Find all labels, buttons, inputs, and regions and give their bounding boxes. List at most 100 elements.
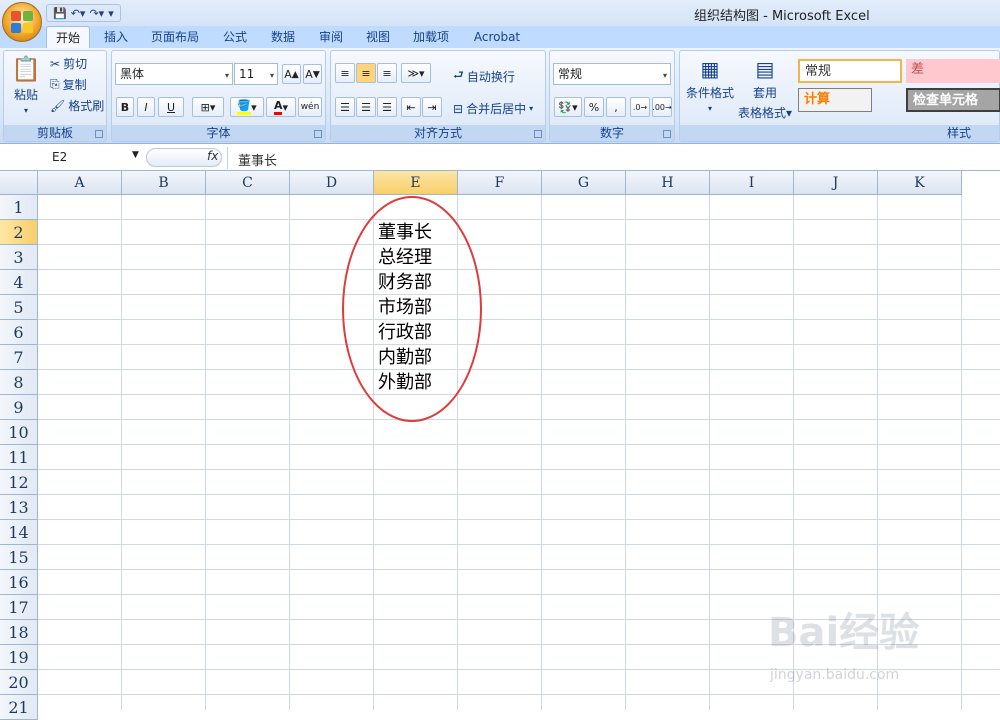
shrink-font-button[interactable]: A ▼ (303, 64, 322, 84)
font-size-select[interactable]: 11 ▾ (234, 63, 278, 85)
decrease-decimal-button[interactable]: .00→ (652, 97, 672, 117)
cut-button[interactable]: ✂ 剪切 (50, 55, 87, 72)
tab-home[interactable]: 开始 (46, 26, 90, 48)
tab-data[interactable]: 数据 (263, 26, 303, 48)
conditional-format-icon: ▦ (700, 57, 720, 81)
row-header-6[interactable]: 6 (0, 320, 38, 345)
number-launcher-icon[interactable] (663, 130, 671, 138)
align-center-button[interactable]: ☰ (356, 97, 376, 117)
phonetic-button[interactable]: wén (298, 97, 322, 117)
row-header-2[interactable]: 2 (0, 220, 38, 245)
paste-icon: 📋 (11, 55, 41, 83)
undo-icon[interactable]: ↶▾ (71, 7, 86, 20)
row-header-20[interactable]: 20 (0, 670, 38, 695)
row-header-3[interactable]: 3 (0, 245, 38, 270)
select-all-corner[interactable] (0, 171, 38, 195)
clipboard-launcher-icon[interactable] (95, 130, 103, 138)
style-normal[interactable]: 常规 (798, 59, 902, 83)
row-header-4[interactable]: 4 (0, 270, 38, 295)
office-button[interactable] (2, 2, 42, 42)
alignment-launcher-icon[interactable] (534, 130, 542, 138)
decrease-indent-button[interactable]: ⇤ (401, 97, 421, 117)
format-as-table-button[interactable]: ▤ 套用 表格格式▾ (736, 57, 794, 121)
orientation-button[interactable]: ≫▾ (401, 63, 431, 83)
save-icon[interactable]: 💾 (53, 7, 67, 20)
align-left-button[interactable]: ☰ (335, 97, 355, 117)
red-oval-annotation (342, 196, 482, 422)
style-calculation[interactable]: 计算 (798, 88, 872, 112)
tab-page-layout[interactable]: 页面布局 (143, 26, 207, 48)
row-header-14[interactable]: 14 (0, 520, 38, 545)
underline-button[interactable]: U (158, 97, 184, 117)
column-header-H[interactable]: H (626, 171, 710, 195)
row-header-1[interactable]: 1 (0, 195, 38, 220)
row-header-21[interactable]: 21 (0, 695, 38, 720)
row-header-8[interactable]: 8 (0, 370, 38, 395)
column-header-C[interactable]: C (206, 171, 290, 195)
font-color-button[interactable]: A ▾ (266, 97, 296, 117)
percent-button[interactable]: % (584, 97, 604, 117)
tab-review[interactable]: 审阅 (311, 26, 351, 48)
currency-button[interactable]: 💱▾ (554, 97, 582, 117)
tab-view[interactable]: 视图 (358, 26, 398, 48)
tab-formulas[interactable]: 公式 (215, 26, 255, 48)
insert-function-icon[interactable]: fx (207, 149, 218, 163)
row-header-10[interactable]: 10 (0, 420, 38, 445)
row-header-7[interactable]: 7 (0, 345, 38, 370)
name-box-dropdown-icon[interactable]: ▼ (132, 150, 139, 160)
align-middle-button[interactable]: ≡ (356, 63, 376, 83)
fill-color-button[interactable]: 🪣 ▾ (230, 97, 264, 117)
tab-addins[interactable]: 加载项 (404, 26, 458, 48)
align-top-button[interactable]: ≡ (335, 63, 355, 83)
row-header-12[interactable]: 12 (0, 470, 38, 495)
row-header-18[interactable]: 18 (0, 620, 38, 645)
name-box[interactable]: E2 (2, 148, 142, 168)
column-header-K[interactable]: K (878, 171, 962, 195)
style-check-cell[interactable]: 检查单元格 (906, 88, 1000, 112)
grow-font-button[interactable]: A ▲ (282, 64, 301, 84)
paste-button[interactable]: 📋 粘贴 ▾ (8, 55, 44, 115)
brush-icon: 🖌 (50, 98, 66, 113)
paint-bucket-icon: 🪣 (237, 99, 252, 115)
italic-button[interactable]: I (137, 97, 155, 117)
row-header-11[interactable]: 11 (0, 445, 38, 470)
formula-input[interactable]: 董事长 (227, 147, 1000, 169)
column-header-I[interactable]: I (710, 171, 794, 195)
merge-center-button[interactable]: ⊟ 合并后居中 ▾ (453, 100, 533, 117)
column-header-G[interactable]: G (542, 171, 626, 195)
column-header-A[interactable]: A (38, 171, 122, 195)
column-header-D[interactable]: D (290, 171, 374, 195)
row-header-9[interactable]: 9 (0, 395, 38, 420)
bold-button[interactable]: B (116, 97, 134, 117)
number-format-select[interactable]: 常规 ▾ (553, 63, 671, 85)
tab-insert[interactable]: 插入 (96, 26, 136, 48)
increase-indent-button[interactable]: ⇥ (422, 97, 442, 117)
comma-button[interactable]: , (606, 97, 626, 117)
copy-button[interactable]: ⎘ 复制 (50, 76, 87, 93)
quick-access-toolbar: 💾 ↶▾ ↷▾ ▾ (46, 4, 121, 22)
row-header-5[interactable]: 5 (0, 295, 38, 320)
conditional-formatting-button[interactable]: ▦ 条件格式 ▾ (682, 57, 738, 113)
row-header-19[interactable]: 19 (0, 645, 38, 670)
border-icon: ⊞▾ (200, 100, 216, 114)
row-header-16[interactable]: 16 (0, 570, 38, 595)
column-header-E[interactable]: E (374, 171, 458, 195)
wrap-text-button[interactable]: ⮐ 自动换行 (453, 66, 515, 87)
row-header-17[interactable]: 17 (0, 595, 38, 620)
column-header-J[interactable]: J (794, 171, 878, 195)
style-bad[interactable]: 差 (906, 59, 1000, 83)
row-header-15[interactable]: 15 (0, 545, 38, 570)
align-right-button[interactable]: ☰ (377, 97, 397, 117)
column-header-F[interactable]: F (458, 171, 542, 195)
redo-icon[interactable]: ↷▾ (89, 7, 104, 20)
align-bottom-button[interactable]: ≡ (377, 63, 397, 83)
increase-decimal-button[interactable]: .0→ (630, 97, 650, 117)
tab-acrobat[interactable]: Acrobat (466, 26, 528, 48)
row-header-13[interactable]: 13 (0, 495, 38, 520)
font-launcher-icon[interactable] (314, 130, 322, 138)
font-name-select[interactable]: 黑体 ▾ (115, 63, 233, 85)
borders-button[interactable]: ⊞▾ (192, 97, 224, 117)
format-painter-button[interactable]: 🖌 格式刷 (50, 97, 104, 114)
customize-qat-icon[interactable]: ▾ (108, 7, 114, 20)
column-header-B[interactable]: B (122, 171, 206, 195)
